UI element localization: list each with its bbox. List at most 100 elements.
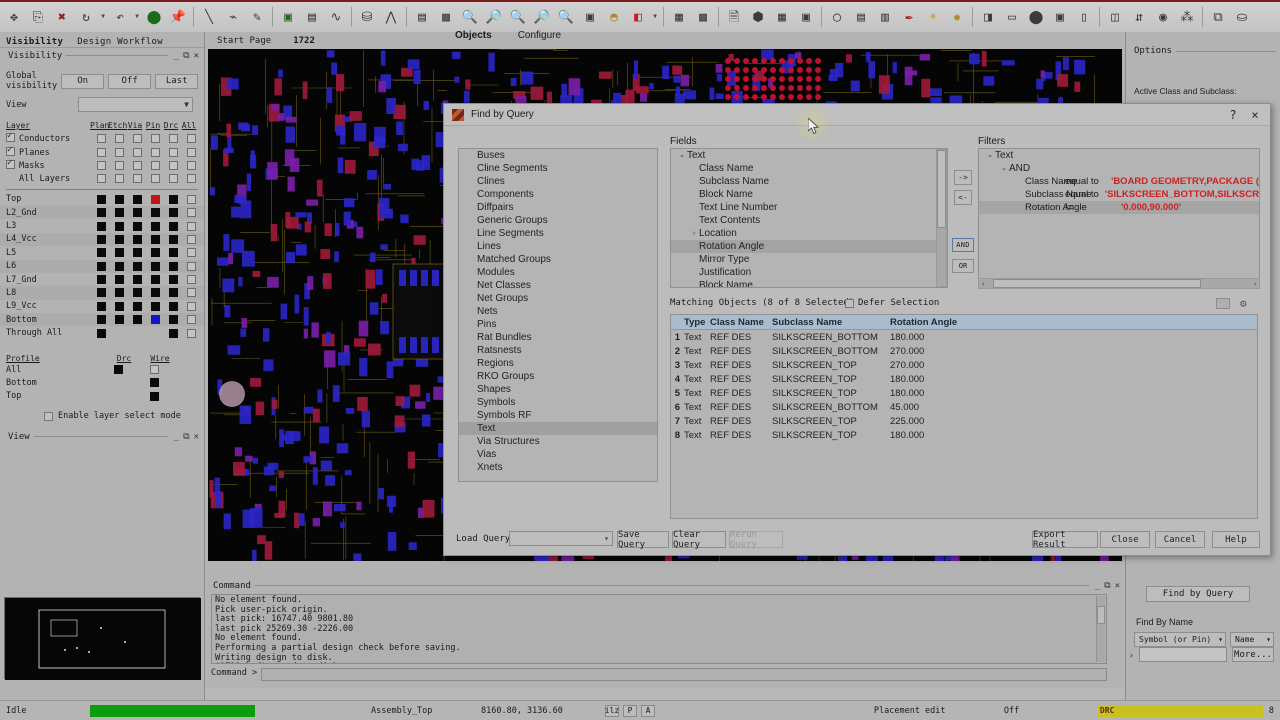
objects-list-item[interactable]: Regions [459,357,657,370]
close-icon[interactable]: ✕ [1113,581,1122,591]
net-icon[interactable]: ⛁ [356,5,378,29]
visibility-toggle[interactable] [186,221,196,231]
visibility-cell[interactable] [128,194,146,204]
global-visibility-off-button[interactable]: Off [108,73,152,89]
restore-icon[interactable]: ⧉ [181,51,191,61]
visibility-toggle[interactable] [168,328,178,338]
visibility-toggle[interactable] [96,174,106,184]
visibility-toggle[interactable] [150,147,160,157]
visibility-toggle[interactable] [168,221,178,231]
visibility-profile-row[interactable]: Top [0,390,204,403]
visibility-profile-row[interactable]: Bottom [0,376,204,389]
visibility-cell[interactable] [164,261,182,271]
visibility-cell[interactable] [146,221,164,231]
visibility-toggle[interactable] [168,261,178,271]
visibility-toggle[interactable] [114,134,124,144]
objects-list-item[interactable]: Shapes [459,383,657,396]
constraint-icon[interactable]: ▩ [435,5,457,29]
visibility-cell[interactable] [182,160,200,170]
visibility-toggle[interactable] [114,147,124,157]
columns-icon[interactable] [1216,298,1230,309]
pin-icon[interactable]: 📌 [167,5,189,29]
zoom-world-icon[interactable]: ▣ [579,5,601,29]
visibility-toggle[interactable] [96,275,106,285]
grid-icon[interactable]: ▦ [668,5,690,29]
profile-wire-toggle[interactable] [149,378,159,388]
table-row[interactable]: 1 Text REF DES SILKSCREEN_BOTTOM 180.000 [671,330,1257,344]
matrix-icon[interactable]: ▦ [771,5,793,29]
visibility-toggle[interactable] [114,248,124,258]
visibility-cell[interactable] [128,288,146,298]
fields-tree-item[interactable]: Text Line Number [671,201,947,214]
visibility-toggle[interactable] [114,208,124,218]
help-button[interactable]: Help [1212,531,1260,548]
ratsnest-icon[interactable]: ⋀ [380,5,402,29]
visibility-cell[interactable] [146,248,164,258]
visibility-cell[interactable] [182,301,200,311]
visibility-toggle[interactable] [186,288,196,298]
visibility-toggle[interactable] [96,288,106,298]
visibility-cell[interactable] [164,328,182,338]
visibility-cell[interactable] [146,160,164,170]
fields-scrollbar[interactable] [936,149,947,287]
zoom-out-icon[interactable]: 🔍 [507,5,529,29]
visibility-cell[interactable] [128,134,146,144]
enable-layer-select-checkbox[interactable] [44,411,53,421]
load-query-select[interactable]: ▾ [509,531,613,546]
table-row[interactable]: 8 Text REF DES SILKSCREEN_TOP 180.000 [671,428,1257,442]
visibility-toggle[interactable] [168,275,178,285]
profile-drc-toggle[interactable] [113,365,123,375]
circle-icon[interactable]: ⬤ [1025,5,1047,29]
visibility-cell[interactable] [164,174,182,184]
defer-selection-checkbox[interactable] [845,298,854,308]
visibility-toggle[interactable] [132,221,142,231]
minimize-icon[interactable]: _ [1093,581,1102,591]
filter-row[interactable]: Rotation Angle != '0.000,90.000' [979,201,1259,214]
find-by-query-button[interactable]: Find by Query [1146,586,1250,602]
frame-icon[interactable]: ▣ [1049,5,1071,29]
visibility-toggle[interactable] [150,221,160,231]
visibility-toggle[interactable] [150,248,160,258]
copy-icon[interactable]: ⧉ [1207,5,1229,29]
visibility-toggle[interactable] [114,221,124,231]
find-by-name-object-select[interactable]: Symbol (or Pin) ▾ [1134,632,1226,647]
visibility-toggle[interactable] [168,160,178,170]
chevron-right-icon[interactable]: › [689,227,699,240]
visibility-group-row[interactable]: All Layers [0,172,204,185]
table-row[interactable]: 2 Text REF DES SILKSCREEN_BOTTOM 270.000 [671,344,1257,358]
group-checkbox[interactable] [6,158,15,169]
status-icon-a[interactable]: A [641,704,655,717]
close-icon[interactable]: ✕ [192,432,201,442]
visibility-toggle[interactable] [96,194,106,204]
global-visibility-on-button[interactable]: On [61,73,105,89]
visibility-toggle[interactable] [186,134,196,144]
visibility-cell[interactable] [164,194,182,204]
line-icon[interactable]: ╲ [198,5,220,29]
global-visibility-last-button[interactable]: Last [155,73,199,89]
visibility-toggle[interactable] [132,208,142,218]
shadow-icon[interactable]: ▩ [692,5,714,29]
shadow2-icon[interactable]: ✹ [946,5,968,29]
visibility-cell[interactable] [128,234,146,244]
visibility-cell[interactable] [92,328,110,338]
add-connect-icon[interactable]: ▣ [277,5,299,29]
visibility-cell[interactable] [92,134,110,144]
visibility-cell[interactable] [164,147,182,157]
visibility-cell[interactable] [182,275,200,285]
table-row[interactable]: 5 Text REF DES SILKSCREEN_TOP 180.000 [671,386,1257,400]
visibility-cell[interactable] [92,174,110,184]
visibility-toggle[interactable] [186,328,196,338]
scrollbar-thumb[interactable] [1097,606,1105,624]
visibility-cell[interactable] [92,261,110,271]
visibility-cell[interactable] [182,147,200,157]
probe-icon[interactable]: ◉ [1152,5,1174,29]
clear-query-button[interactable]: Clear Query [672,530,726,550]
visibility-toggle[interactable] [114,160,124,170]
visibility-cell[interactable] [128,315,146,325]
profile-drc-cell[interactable] [100,365,136,375]
db-check-icon[interactable]: ▤ [850,5,872,29]
world-view-thumbnail[interactable] [4,597,201,680]
visibility-cell[interactable] [164,221,182,231]
copy-shape-icon[interactable]: ▭ [1001,5,1023,29]
fields-tree-item[interactable]: Justification [671,266,947,279]
